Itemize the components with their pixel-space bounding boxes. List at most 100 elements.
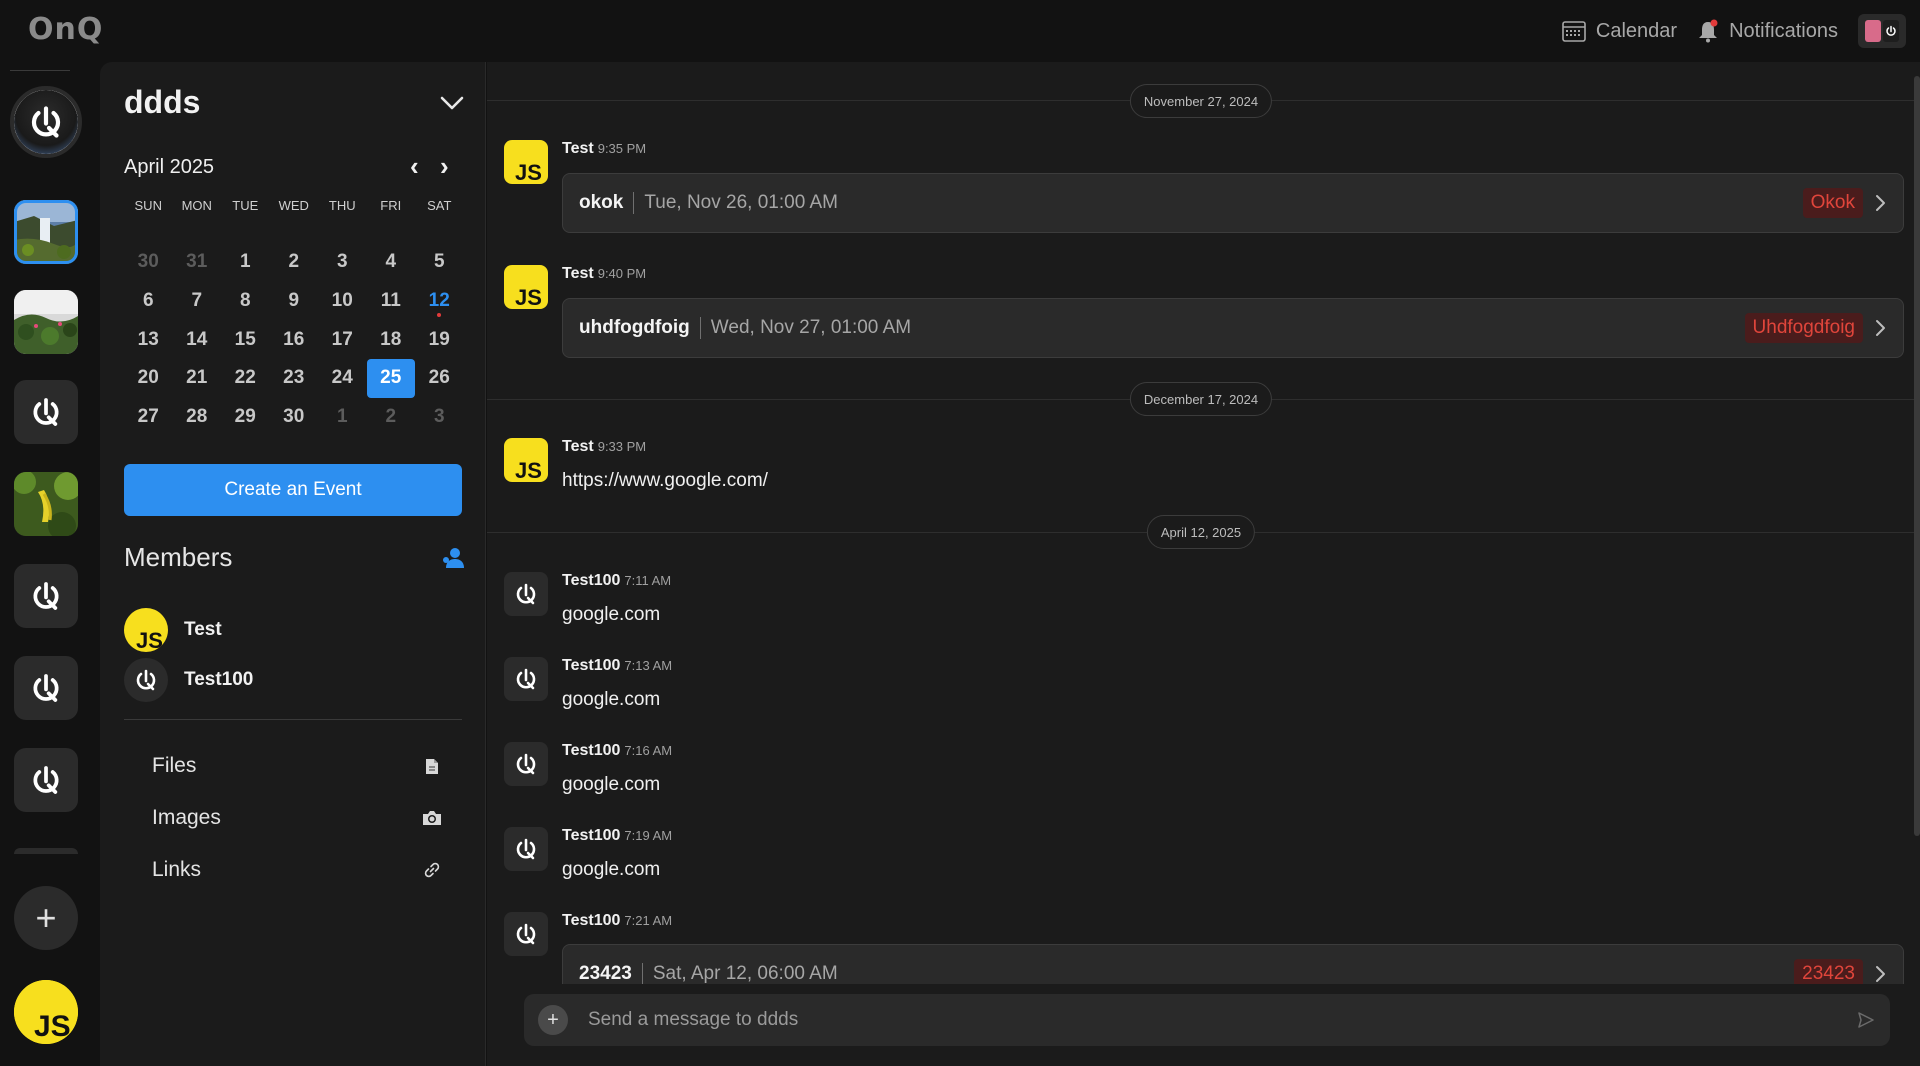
attach-button[interactable]: + [538,1005,568,1035]
calendar-day[interactable]: 30 [124,243,173,282]
calendar-day[interactable]: 8 [221,282,270,321]
files-link[interactable]: Files [152,754,442,778]
calendar-day[interactable]: 4 [367,243,416,282]
calendar-day[interactable]: 10 [318,282,367,321]
images-link[interactable]: Images [152,806,442,830]
calendar-day[interactable]: 31 [173,243,222,282]
channel-title: ddds [124,84,201,120]
svg-text:JS: JS [136,628,163,652]
calendar-button[interactable]: Calendar [1562,20,1677,43]
js-avatar: JS [124,608,168,652]
member-item[interactable]: JS Test [124,608,222,652]
calendar-icon [1562,21,1586,42]
calendar-day[interactable]: 22 [221,359,270,398]
link-icon [422,860,442,880]
rail-server-plants[interactable] [14,290,78,354]
rail-server-partial[interactable] [14,848,78,854]
file-icon [422,756,442,776]
rail-server-banana[interactable] [14,472,78,536]
calendar-day[interactable]: 2 [367,398,416,437]
calendar-day[interactable]: 15 [221,320,270,359]
event-date: Sat, Apr 12, 06:00 AM [652,963,838,984]
calendar-day[interactable]: 1 [221,243,270,282]
calendar-day[interactable]: 30 [270,398,319,437]
member-name: Test [184,619,222,640]
notifications-button[interactable]: Notifications [1697,19,1838,43]
notifications-label: Notifications [1729,19,1838,42]
rail-server-home[interactable] [10,86,82,158]
event-card[interactable]: 23423 Sat, Apr 12, 06:00 AM 23423 [562,944,1904,984]
calendar-day[interactable]: 9 [270,282,319,321]
calendar-day[interactable]: 19 [415,320,464,359]
event-separator [641,963,643,984]
calendar-day[interactable]: 1 [318,398,367,437]
rail-server-onq[interactable] [14,564,78,628]
add-member-icon[interactable] [441,547,465,569]
message-header: Test100 7:21 AM [562,912,672,930]
calendar-day[interactable]: 7 [173,282,222,321]
calendar-day[interactable]: 23 [270,359,319,398]
avatar-thumb [1865,20,1881,42]
member-item[interactable]: Test100 [124,658,253,702]
add-server-button[interactable]: + [14,886,78,950]
calendar-days: 30 31 1 2 3 4 5 6 7 8 9 10 11 12 13 14 15 16 17 18 19 20 21 22 2… [124,243,464,436]
files-label: Files [152,754,197,777]
chevron-down-icon[interactable] [439,94,465,112]
calendar-day-selected[interactable]: 25 [366,359,415,398]
calendar-day[interactable]: 18 [367,320,416,359]
calendar-day[interactable]: 2 [270,243,319,282]
images-label: Images [152,806,221,829]
onq-avatar [124,658,168,702]
calendar-weekdays: SUN MON TUE WED THU FRI SAT [124,198,464,213]
message-author[interactable]: Test100 [562,912,620,929]
links-link[interactable]: Links [152,858,442,882]
calendar-next-button[interactable]: › [440,153,449,179]
calendar-day[interactable]: 14 [173,320,222,359]
calendar-day[interactable]: 20 [124,359,173,398]
calendar-day-today[interactable]: 12 [415,282,464,321]
calendar-day[interactable]: 11 [367,282,416,321]
send-icon[interactable] [1856,1010,1876,1030]
rail-server-onq[interactable] [14,748,78,812]
calendar-day[interactable]: 21 [173,359,222,398]
weekday-label: WED [278,198,309,213]
calendar-day[interactable]: 24 [318,359,367,398]
event-name: 23423 [579,963,632,984]
calendar-day[interactable]: 3 [415,398,464,437]
calendar-grid: SUN MON TUE WED THU FRI SAT 30 31 1 2 3 4 5 6 7 8 9 10 11 1… [124,198,464,436]
calendar-day[interactable]: 6 [124,282,173,321]
rail-server-waterfall[interactable] [14,200,78,264]
weekday-label: THU [328,198,356,213]
calendar-day[interactable]: 13 [124,320,173,359]
js-logo-icon: JS [14,980,78,1044]
weekday-label: SAT [427,198,452,213]
waterfall-image [14,200,78,264]
chat-lower: Test100 7:21 AM 23423 Sat, Apr 12, 06:00 … [487,62,1920,1066]
composer-area: + [487,984,1920,1066]
create-event-button[interactable]: Create an Event [124,464,462,516]
calendar-day[interactable]: 17 [318,320,367,359]
calendar-day[interactable]: 5 [415,243,464,282]
members-title: Members [124,542,233,572]
message-input[interactable] [588,1009,1856,1031]
app-logo[interactable]: OnQ [28,12,103,47]
plants-image [14,290,78,354]
my-avatar[interactable]: JS [14,980,78,1044]
panel-divider [124,719,462,720]
onq-logo-icon [33,766,59,794]
calendar-day[interactable]: 28 [173,398,222,437]
calendar-day[interactable]: 27 [124,398,173,437]
rail-server-onq[interactable] [14,656,78,720]
calendar-month-label: April 2025 [124,156,215,178]
calendar-day[interactable]: 26 [415,359,464,398]
calendar-day[interactable]: 16 [270,320,319,359]
event-card-clip: 23423 Sat, Apr 12, 06:00 AM 23423 [487,944,1920,984]
calendar-prev-button[interactable]: ‹ [410,153,419,179]
calendar-day[interactable]: 3 [318,243,367,282]
rail-server-onq[interactable] [14,380,78,444]
user-avatar-button[interactable] [1858,14,1906,48]
chat-scrollbar[interactable] [1914,76,1920,836]
channel-panel: ddds April 2025 ‹ › SUN MON TUE WED THU FRI SA… [100,62,486,1066]
links-label: Links [152,858,202,881]
calendar-day[interactable]: 29 [221,398,270,437]
